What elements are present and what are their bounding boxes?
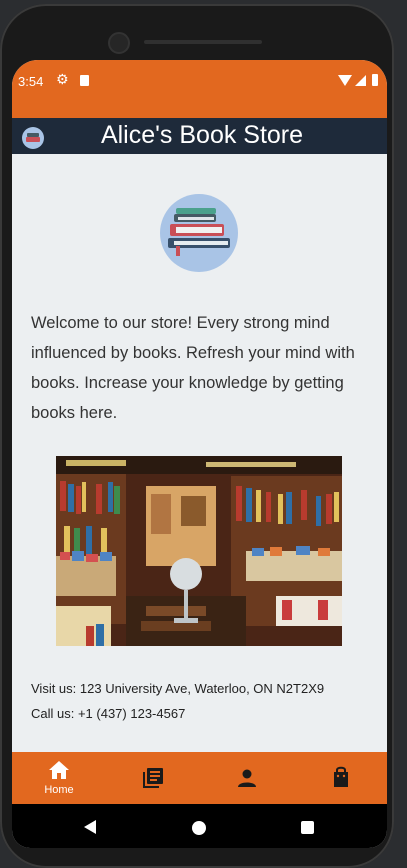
signal-icon xyxy=(355,75,366,86)
battery-icon xyxy=(372,74,378,86)
sd-card-icon xyxy=(80,75,89,86)
nav-home-label: Home xyxy=(44,784,74,796)
nav-home[interactable]: Home xyxy=(12,752,106,804)
address-text: Visit us: 123 University Ave, Waterloo, … xyxy=(31,681,325,696)
nav-cart[interactable] xyxy=(294,752,387,804)
settings-gear-icon: ⚙ xyxy=(56,72,69,88)
app-title: Alice's Book Store xyxy=(100,121,304,149)
status-time: 3:54 xyxy=(18,74,44,89)
system-navigation-bar xyxy=(12,804,387,848)
person-icon xyxy=(238,769,256,787)
nav-library[interactable] xyxy=(106,752,200,804)
bookstore-photo xyxy=(56,456,342,646)
recents-icon[interactable] xyxy=(301,821,314,834)
front-camera xyxy=(108,32,130,54)
camera-bar xyxy=(100,28,280,56)
device-screen: 3:54 ⚙ Alice's Book Store Welcome to our… xyxy=(12,60,387,848)
books-hero-icon xyxy=(160,194,238,272)
welcome-text: Welcome to our store! Every strong mind … xyxy=(31,314,355,422)
speaker-slot xyxy=(144,40,262,44)
main-content: Welcome to our store! Every strong mind … xyxy=(12,154,387,752)
library-books-icon xyxy=(143,768,163,788)
back-icon[interactable] xyxy=(84,820,96,834)
phone-frame: 3:54 ⚙ Alice's Book Store Welcome to our… xyxy=(0,4,394,868)
system-home-icon[interactable] xyxy=(192,821,206,835)
app-bar: Alice's Book Store xyxy=(12,118,387,154)
phone-text: Call us: +1 (437) 123-4567 xyxy=(31,706,186,721)
shopping-bag-icon xyxy=(334,766,348,787)
contact-info: Visit us: 123 University Ave, Waterloo, … xyxy=(31,676,324,726)
status-bar: 3:54 ⚙ xyxy=(12,60,387,118)
nav-profile[interactable] xyxy=(200,752,294,804)
wifi-icon xyxy=(338,75,352,86)
bottom-navigation: Home xyxy=(12,752,387,804)
home-icon xyxy=(49,761,69,779)
books-logo-icon xyxy=(22,127,44,149)
